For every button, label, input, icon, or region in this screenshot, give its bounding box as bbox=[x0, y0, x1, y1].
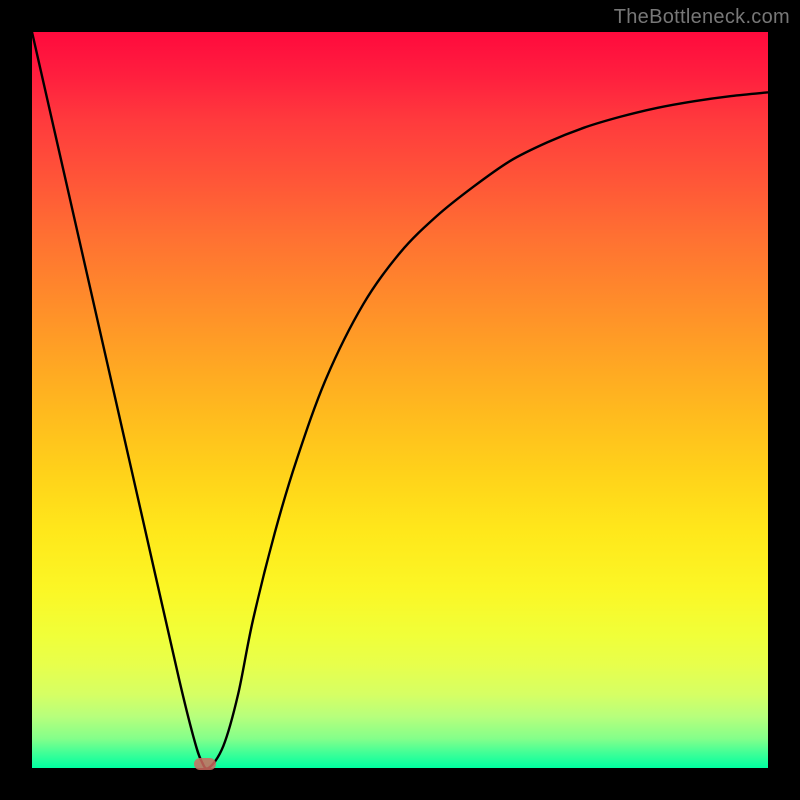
chart-frame: TheBottleneck.com bbox=[0, 0, 800, 800]
optimal-match-marker bbox=[194, 758, 216, 770]
chart-plot-area bbox=[32, 32, 768, 768]
watermark-text: TheBottleneck.com bbox=[614, 6, 790, 29]
bottleneck-curve bbox=[32, 32, 768, 769]
curve-layer bbox=[32, 32, 768, 768]
